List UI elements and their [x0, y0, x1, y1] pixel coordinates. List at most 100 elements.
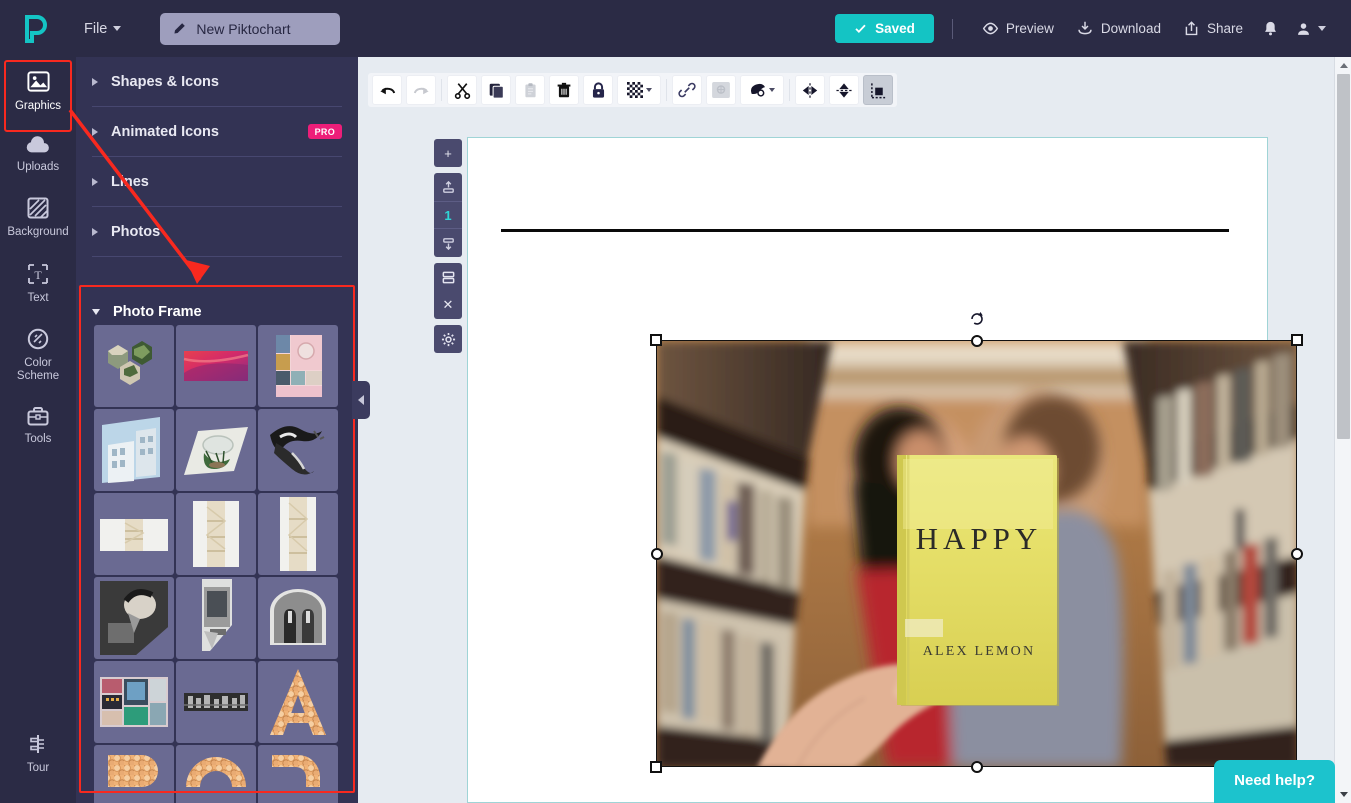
- frame-thumb-landscape-polaroid[interactable]: [94, 493, 174, 575]
- frame-thumb-letter-a[interactable]: [258, 661, 338, 743]
- frame-thumb-letter-b[interactable]: [94, 745, 174, 803]
- sidebar-item-uploads[interactable]: Uploads: [0, 123, 76, 184]
- frame-thumb-parallelogram[interactable]: [176, 409, 256, 491]
- sidebar-item-color-scheme[interactable]: Color Scheme: [0, 315, 76, 393]
- saved-status-button[interactable]: Saved: [835, 14, 934, 43]
- link-button[interactable]: [672, 75, 702, 105]
- block-settings-button[interactable]: [434, 325, 462, 353]
- canvas-page[interactable]: HAPPY ALEX LEMON: [467, 137, 1303, 803]
- add-block-group: +: [434, 139, 462, 167]
- frame-thumb-hexagon-collage[interactable]: [94, 325, 174, 407]
- accordion-shapes-and-icons[interactable]: Shapes & Icons: [92, 57, 342, 107]
- resize-handle-bottom-left[interactable]: [650, 761, 662, 773]
- scroll-up-button[interactable]: [1335, 57, 1351, 74]
- tour-icon: [30, 734, 44, 753]
- duplicate-block-icon: [442, 271, 454, 283]
- frame-thumb-corner-cut[interactable]: [94, 577, 174, 659]
- frame-thumb-letter-c[interactable]: [176, 745, 256, 803]
- share-button[interactable]: Share: [1172, 11, 1254, 47]
- scrollbar-thumb[interactable]: [1337, 74, 1350, 439]
- sidebar-item-tour[interactable]: Tour: [0, 720, 76, 785]
- align-button[interactable]: [863, 75, 893, 105]
- notifications-button[interactable]: [1254, 11, 1287, 47]
- frame-thumb-portrait-polaroid[interactable]: [176, 493, 256, 575]
- resize-handle-top-right[interactable]: [1291, 334, 1303, 346]
- header-rule: [501, 229, 1229, 232]
- chevron-left-icon: [358, 395, 364, 405]
- flip-horizontal-button[interactable]: [795, 75, 825, 105]
- frame-thumb-photo-collage[interactable]: [94, 661, 174, 743]
- accordion-lines[interactable]: Lines: [92, 157, 342, 207]
- selected-image-object[interactable]: HAPPY ALEX LEMON: [650, 312, 1303, 773]
- frame-thumb-thin-banner[interactable]: [176, 661, 256, 743]
- frame-thumb-letter-d[interactable]: [258, 745, 338, 803]
- download-button[interactable]: Download: [1065, 11, 1172, 47]
- paste-button[interactable]: [515, 75, 545, 105]
- piktochart-logo-icon[interactable]: [0, 14, 72, 43]
- file-menu[interactable]: File: [76, 15, 129, 43]
- resize-handle-top-left[interactable]: [650, 334, 662, 346]
- cloud-upload-icon: [26, 136, 49, 153]
- toolbar-separator: [441, 79, 442, 101]
- lock-button[interactable]: [583, 75, 613, 105]
- frame-thumb-grid-mosaic[interactable]: [258, 325, 338, 407]
- frame-thumb-arch[interactable]: [258, 577, 338, 659]
- eye-icon: [982, 22, 999, 35]
- frame-thumb-diagonal-slice[interactable]: [176, 577, 256, 659]
- undo-button[interactable]: [372, 75, 402, 105]
- frame-button[interactable]: [706, 75, 736, 105]
- block-settings-group: [434, 325, 462, 353]
- book-title-text: HAPPY: [916, 521, 1043, 556]
- sidebar-item-text[interactable]: T Text: [0, 250, 76, 315]
- download-label: Download: [1100, 21, 1161, 36]
- sidebar-item-background[interactable]: Background: [0, 184, 76, 249]
- mask-button[interactable]: [740, 75, 784, 105]
- accordion-photo-frame[interactable]: Photo Frame: [92, 289, 342, 335]
- sidebar-item-graphics[interactable]: Graphics: [0, 57, 76, 123]
- panel-collapse-button[interactable]: [352, 381, 370, 419]
- resize-handle-left-middle[interactable]: [650, 547, 663, 560]
- document-title-input[interactable]: New Piktochart: [160, 12, 341, 45]
- clipboard-icon: [524, 82, 536, 97]
- redo-arrow-icon: [413, 87, 429, 94]
- delete-button[interactable]: [549, 75, 579, 105]
- frame-thumb-wide-rectangle[interactable]: [176, 325, 256, 407]
- accordion-animated-icons[interactable]: Animated Icons PRO: [92, 107, 342, 157]
- accordion-photos[interactable]: Photos: [92, 207, 342, 257]
- block-order-group: 1: [434, 173, 462, 257]
- vertical-scrollbar[interactable]: [1334, 57, 1351, 803]
- need-help-button[interactable]: Need help?: [1214, 760, 1335, 803]
- scroll-down-button[interactable]: [1335, 786, 1351, 803]
- pro-badge: PRO: [307, 124, 342, 139]
- flip-vertical-button[interactable]: [829, 75, 859, 105]
- resize-handle-top-middle[interactable]: [970, 334, 983, 347]
- frame-thumb-tall-polaroid[interactable]: [258, 493, 338, 575]
- move-block-down-button[interactable]: [434, 229, 462, 257]
- chevron-down-icon: [113, 26, 122, 31]
- toolbar-separator: [666, 79, 667, 101]
- add-block-button[interactable]: +: [434, 139, 462, 167]
- duplicate-block-button[interactable]: [434, 263, 462, 291]
- preview-button[interactable]: Preview: [971, 11, 1065, 47]
- sidebar-item-label: Uploads: [16, 161, 60, 174]
- share-label: Share: [1206, 21, 1243, 36]
- transparency-button[interactable]: [617, 75, 661, 105]
- redo-button[interactable]: [406, 75, 436, 105]
- copy-button[interactable]: [481, 75, 511, 105]
- account-menu-button[interactable]: [1287, 11, 1335, 47]
- rotate-handle[interactable]: [969, 311, 985, 327]
- frame-thumb-tilted-square[interactable]: [94, 409, 174, 491]
- flip-horizontal-icon: [802, 82, 818, 98]
- move-block-up-button[interactable]: [434, 173, 462, 201]
- chevron-down-icon: [1318, 26, 1326, 31]
- delete-block-button[interactable]: ✕: [434, 291, 462, 319]
- resize-handle-bottom-middle[interactable]: [970, 760, 983, 773]
- sidebar-item-label: Graphics: [14, 100, 62, 112]
- sidebar-item-tools[interactable]: Tools: [0, 393, 76, 456]
- gear-icon: [441, 332, 455, 346]
- frame-thumb-brush-stroke[interactable]: [258, 409, 338, 491]
- block-number: 1: [434, 201, 462, 229]
- cut-button[interactable]: [447, 75, 477, 105]
- resize-handle-right-middle[interactable]: [1290, 547, 1303, 560]
- trash-icon: [557, 82, 571, 97]
